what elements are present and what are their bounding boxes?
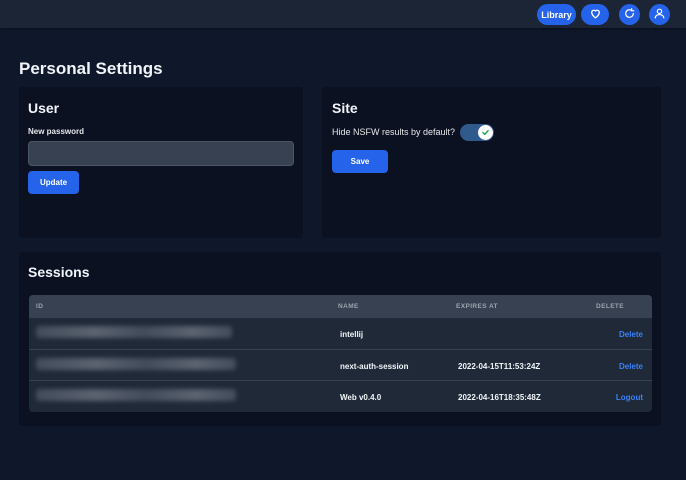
site-card-title: Site [332,100,358,116]
session-name: next-auth-session [340,362,409,371]
table-header: ID NAME EXPIRES AT DELETE [29,295,652,318]
user-icon [653,7,666,22]
heart-icon [589,7,602,22]
profile-button[interactable] [649,4,670,25]
table-row: Web v0.4.0 2022-04-16T18:35:48Z Logout [29,380,652,411]
favorites-button[interactable] [581,4,609,25]
check-icon [481,124,490,142]
save-button-label: Save [350,157,370,166]
user-card-title: User [28,100,60,116]
table-row: intellij Delete [29,318,652,349]
redacted-session-id [36,389,236,401]
top-bar: Library [0,0,686,28]
column-header-delete: DELETE [596,303,625,310]
nsfw-label: Hide NSFW results by default? [332,127,456,137]
site-settings-card: Site Hide NSFW results by default? Save [322,87,661,238]
delete-session-link[interactable]: Delete [619,330,643,339]
column-header-expires: EXPIRES AT [456,303,498,310]
new-password-input[interactable] [28,141,294,166]
refresh-button[interactable] [619,4,640,25]
sessions-table: ID NAME EXPIRES AT DELETE intellij Delet… [29,295,652,412]
refresh-icon [623,7,636,22]
redacted-session-id [36,358,236,370]
session-expires: 2022-04-15T11:53:24Z [458,362,541,371]
toggle-knob [478,125,493,140]
column-header-name: NAME [338,303,359,310]
session-name: Web v0.4.0 [340,393,382,402]
library-button-label: Library [541,9,572,20]
session-name: intellij [340,330,364,339]
user-settings-card: User New password Update [19,87,303,238]
save-button[interactable]: Save [332,150,388,173]
table-row: next-auth-session 2022-04-15T11:53:24Z D… [29,349,652,380]
redacted-session-id [36,326,232,338]
page-title: Personal Settings [19,59,163,78]
delete-session-link[interactable]: Delete [619,362,643,371]
update-button[interactable]: Update [28,171,79,194]
logout-session-link[interactable]: Logout [616,393,643,402]
new-password-label: New password [28,127,85,136]
sessions-title: Sessions [28,264,90,280]
update-button-label: Update [39,178,68,187]
nsfw-toggle[interactable] [460,124,494,141]
library-button[interactable]: Library [537,4,576,25]
session-expires: 2022-04-16T18:35:48Z [458,393,541,402]
column-header-id: ID [36,303,44,310]
